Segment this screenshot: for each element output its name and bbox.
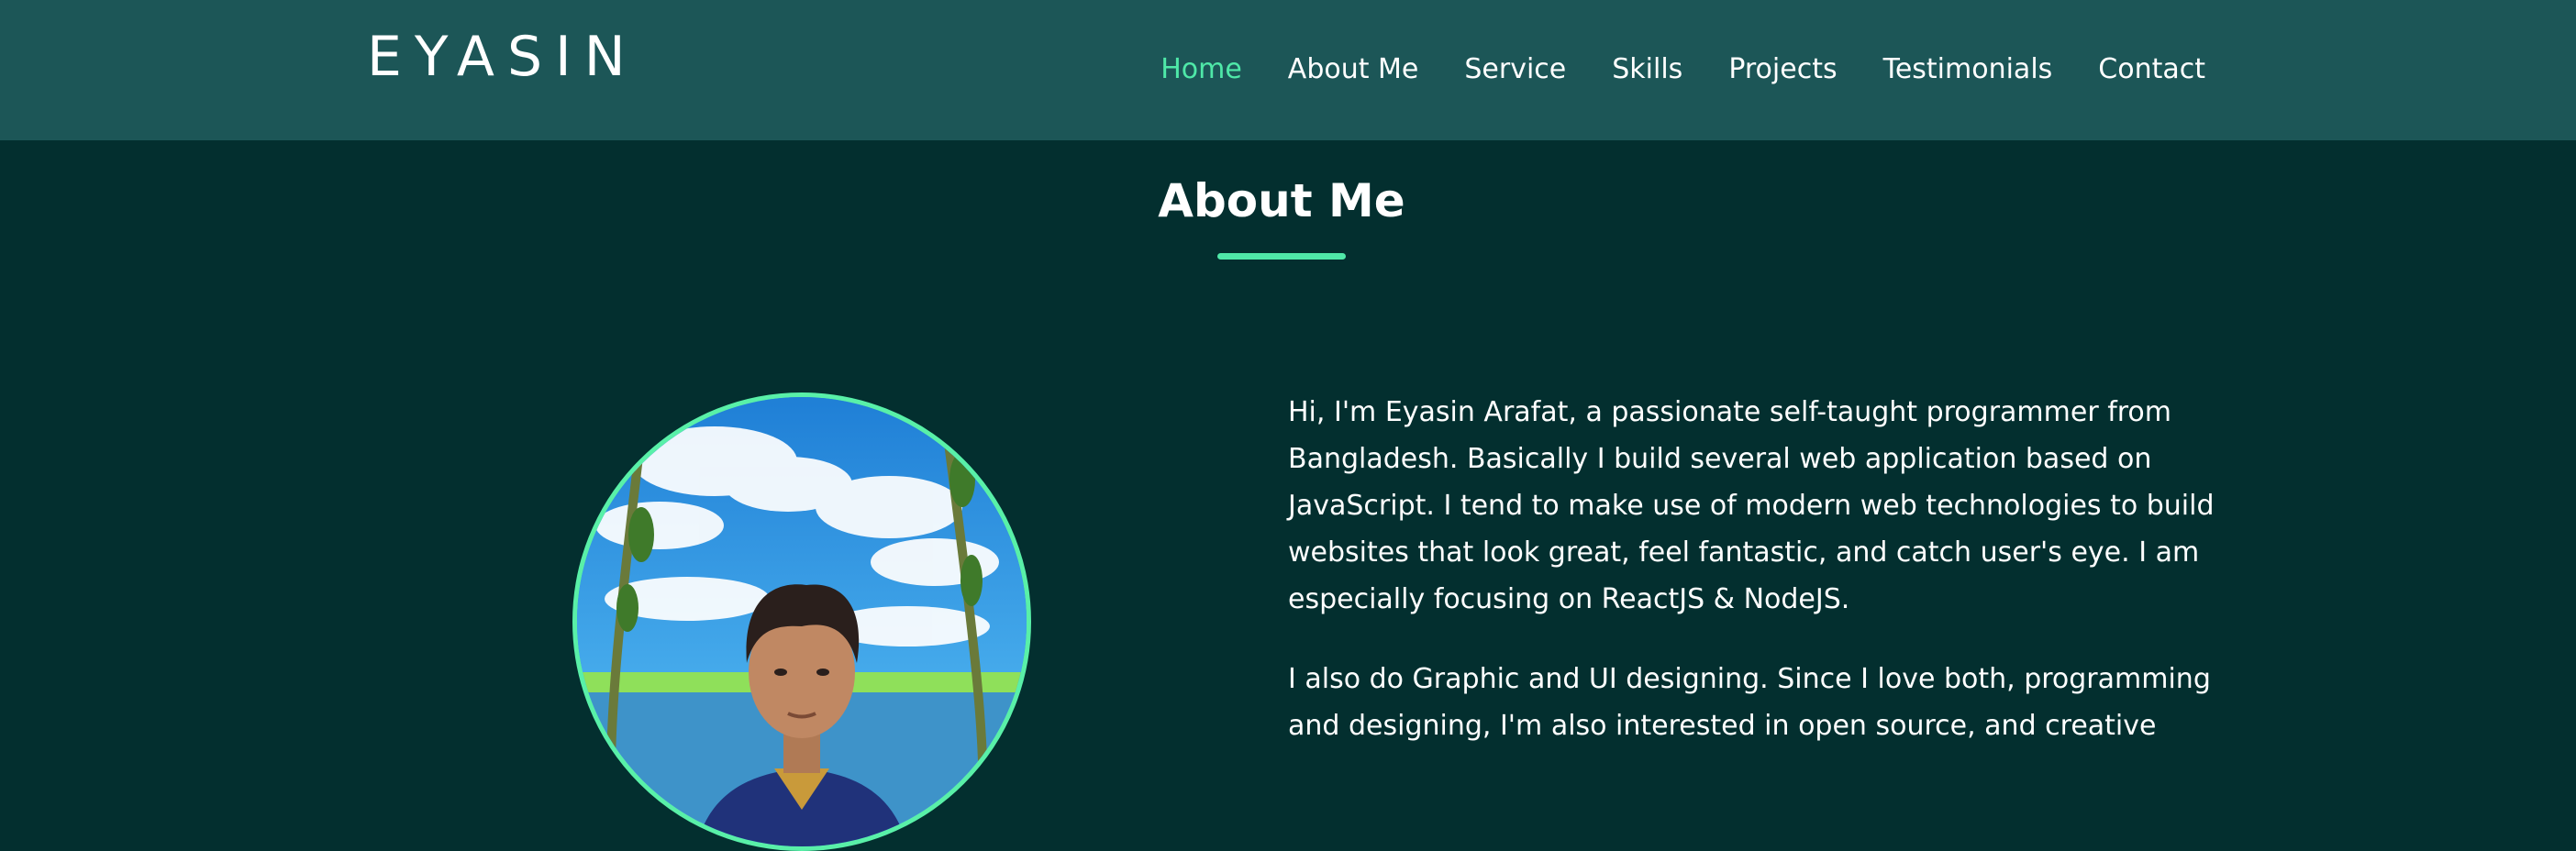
nav-link-contact[interactable]: Contact	[2098, 53, 2205, 85]
profile-photo	[572, 392, 1031, 851]
bio-paragraph: Hi, I'm Eyasin Arafat, a passionate self…	[1288, 396, 2215, 615]
bio-paragraph: I also do Graphic and UI designing. Sinc…	[1288, 663, 2211, 742]
section-title: About Me	[1158, 174, 1405, 227]
nav-link-skills[interactable]: Skills	[1612, 53, 1682, 85]
nav-link-projects[interactable]: Projects	[1728, 53, 1837, 85]
nav-link-testimonials[interactable]: Testimonials	[1883, 53, 2053, 85]
nav-link-about-me[interactable]: About Me	[1288, 53, 1419, 85]
site-logo[interactable]: EYASIN	[367, 24, 638, 90]
profile-photo-illustration	[577, 397, 1027, 846]
nav-link-home[interactable]: Home	[1160, 53, 1242, 85]
nav-list: Home About Me Service Skills Projects Te…	[1160, 46, 2205, 94]
site-header: EYASIN Home About Me Service Skills Proj…	[0, 0, 2576, 140]
about-bio: Hi, I'm Eyasin Arafat, a passionate self…	[1288, 389, 2215, 782]
title-underline	[1217, 253, 1346, 260]
nav-link-service[interactable]: Service	[1464, 53, 1566, 85]
